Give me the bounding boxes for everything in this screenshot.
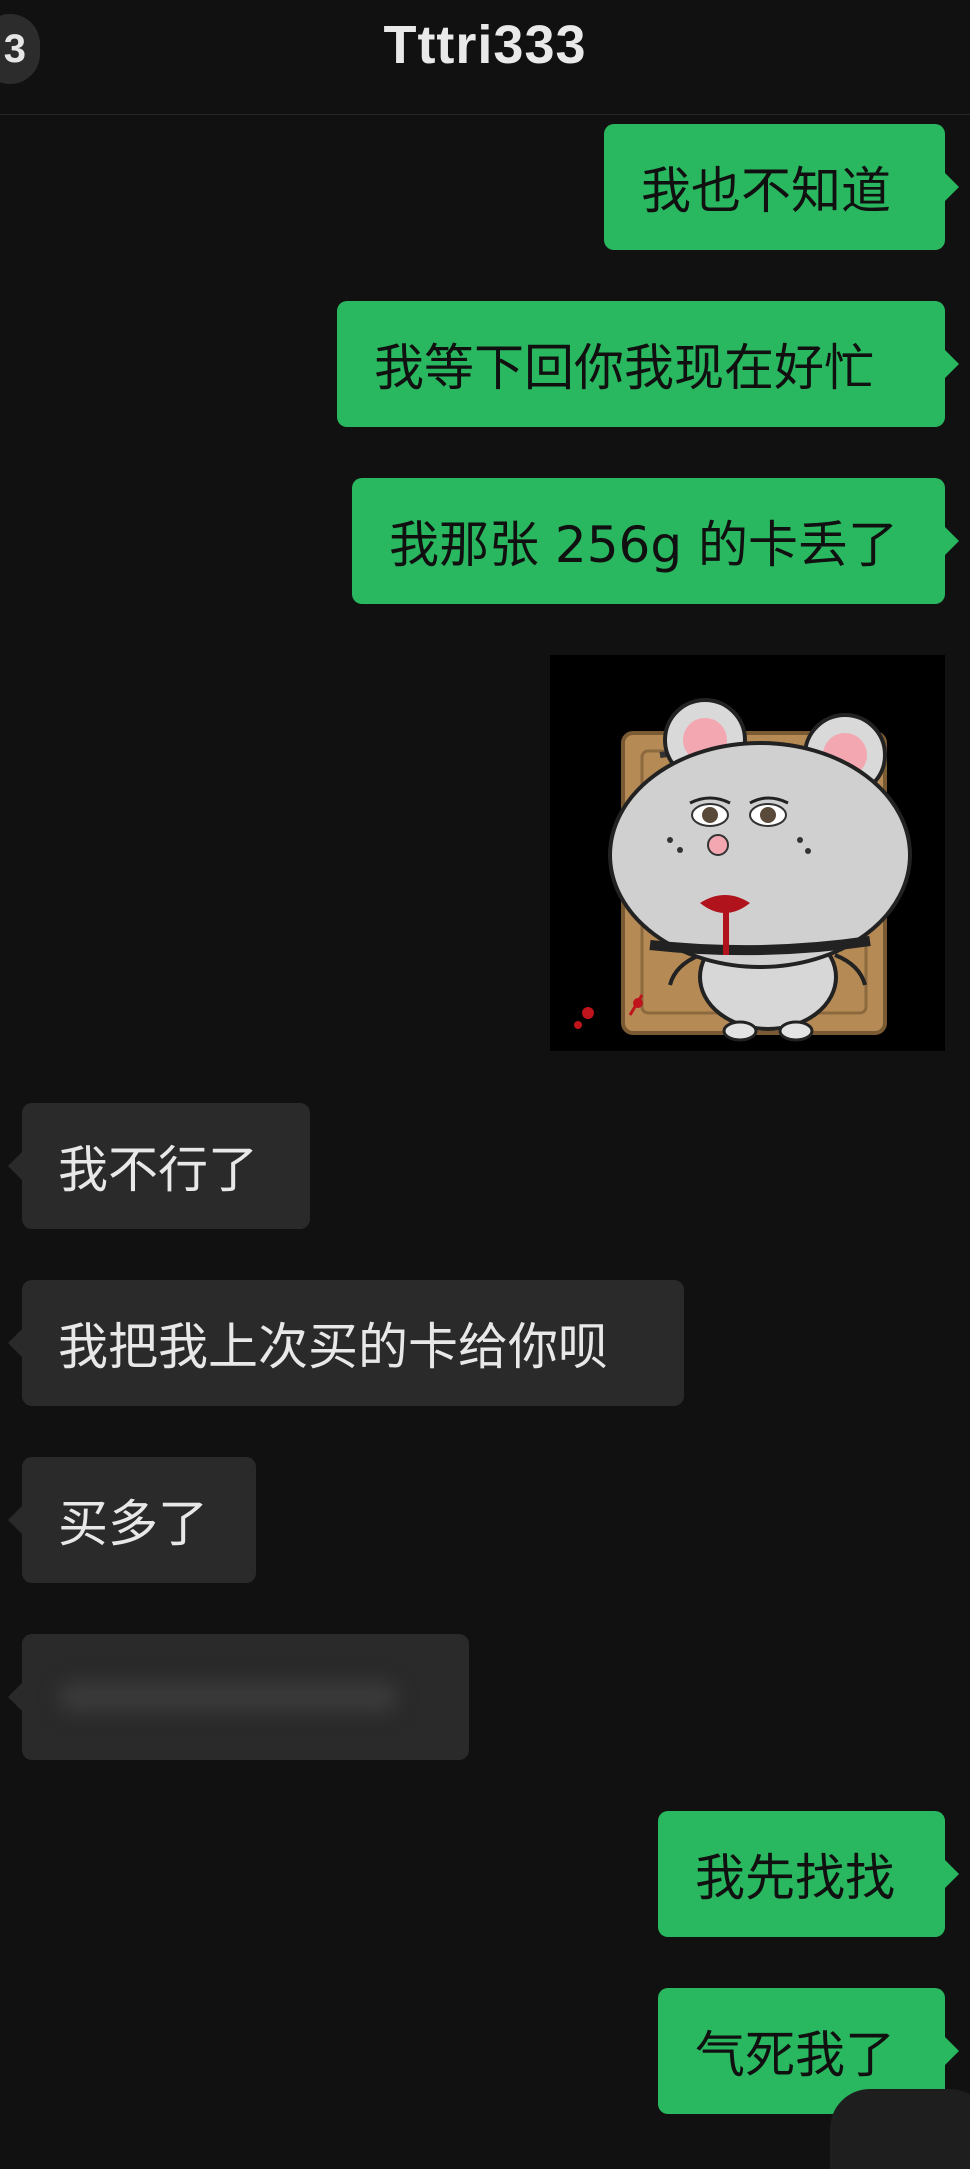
- outgoing-message[interactable]: 我等下回你我现在好忙: [337, 301, 959, 427]
- incoming-message[interactable]: 买多了: [8, 1457, 256, 1583]
- message-text: 我不行了: [58, 1141, 258, 1199]
- message-text: 我等下回你我现在好忙: [374, 339, 874, 397]
- redacted-text-blur: [58, 1682, 398, 1712]
- message-text: 气死我了: [695, 2026, 895, 2084]
- outgoing-message[interactable]: 我也不知道: [604, 124, 959, 250]
- message-text: 我先找找: [695, 1849, 895, 1907]
- message-text: 买多了: [58, 1495, 208, 1553]
- message-text: 我把我上次买的卡给你呗: [58, 1318, 608, 1376]
- message-text: 我也不知道: [641, 162, 891, 220]
- chat-header: 3 Tttri333: [0, 0, 970, 115]
- bleeding-mouse-sticker[interactable]: [550, 655, 945, 1051]
- incoming-message-blurred[interactable]: [8, 1634, 469, 1760]
- incoming-message[interactable]: 我不行了: [8, 1103, 310, 1229]
- mouse-sticker-image: [550, 655, 945, 1051]
- avatar: [830, 2089, 970, 2169]
- incoming-message[interactable]: 我把我上次买的卡给你呗: [8, 1280, 684, 1406]
- outgoing-message[interactable]: 我先找找: [658, 1811, 959, 1937]
- chat-title: Tttri333: [383, 15, 587, 75]
- message-text: 我那张 256g 的卡丢了: [389, 516, 898, 574]
- outgoing-message[interactable]: 我那张 256g 的卡丢了: [352, 478, 959, 604]
